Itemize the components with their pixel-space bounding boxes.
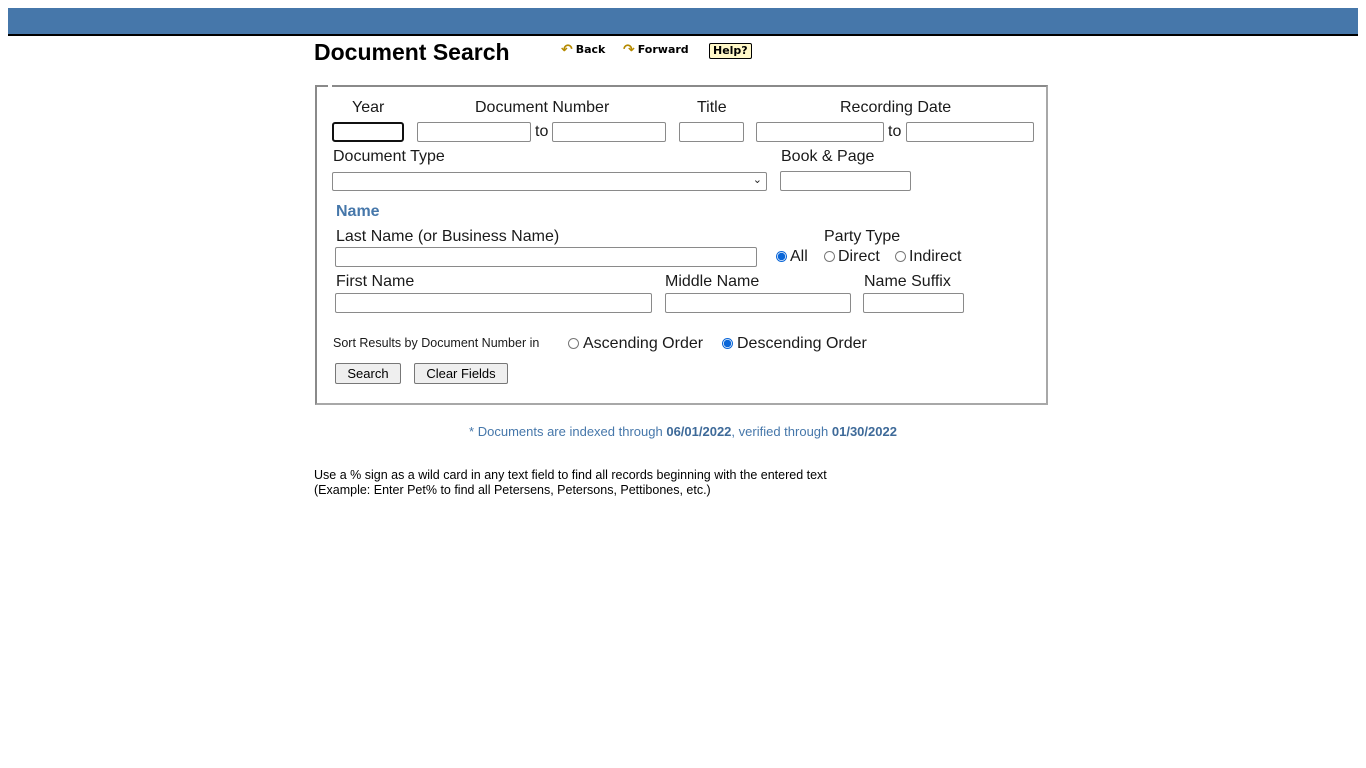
party-type-direct-radio[interactable]	[824, 251, 835, 262]
last-name-label: Last Name (or Business Name)	[336, 228, 560, 245]
first-name-input[interactable]	[335, 293, 652, 313]
document-number-label: Document Number	[475, 99, 610, 116]
party-type-all-radio[interactable]	[776, 251, 787, 262]
sort-descending-label: Descending Order	[737, 335, 867, 352]
document-number-to-input[interactable]	[552, 122, 666, 142]
middle-name-input[interactable]	[665, 293, 851, 313]
wildcard-tip-line-2: (Example: Enter Pet% to find all Peterse…	[314, 483, 711, 497]
document-number-to-label: to	[535, 123, 549, 140]
party-type-label: Party Type	[824, 228, 901, 245]
middle-name-label: Middle Name	[665, 273, 760, 290]
page-title: Document Search	[314, 39, 510, 65]
title-input[interactable]	[679, 122, 744, 142]
forward-arrow-icon: ↷	[623, 41, 635, 58]
recording-date-label: Recording Date	[840, 99, 952, 116]
forward-label: Forward	[637, 43, 689, 56]
help-button[interactable]: Help?	[709, 43, 752, 59]
year-label: Year	[352, 99, 385, 116]
title-label: Title	[697, 99, 727, 116]
back-label: Back	[575, 43, 606, 56]
party-type-indirect-label: Indirect	[909, 248, 962, 265]
chevron-down-icon: ⌄	[752, 174, 762, 186]
forward-button[interactable]: ↷ Forward	[623, 41, 689, 58]
document-number-from-input[interactable]	[417, 122, 531, 142]
recording-date-to-input[interactable]	[906, 122, 1034, 142]
indexed-date: 06/01/2022	[666, 424, 732, 439]
book-page-label: Book & Page	[781, 148, 875, 165]
header-bar	[8, 8, 1358, 36]
party-type-direct-label: Direct	[838, 248, 880, 265]
search-button[interactable]: Search	[335, 363, 401, 384]
name-section-heading: Name	[336, 203, 380, 220]
index-status-prefix: * Documents are indexed through	[469, 424, 667, 439]
back-button[interactable]: ↶ Back	[561, 41, 606, 58]
book-page-input[interactable]	[780, 171, 911, 191]
name-suffix-input[interactable]	[863, 293, 964, 313]
wildcard-tip-line-1: Use a % sign as a wild card in any text …	[314, 468, 827, 482]
sort-ascending-label: Ascending Order	[583, 335, 704, 352]
sort-ascending-radio[interactable]	[568, 338, 579, 349]
name-suffix-label: Name Suffix	[864, 273, 951, 290]
sort-descending-radio[interactable]	[722, 338, 733, 349]
index-status-middle: , verified through	[731, 424, 832, 439]
year-input[interactable]	[332, 122, 404, 142]
index-status-note: * Documents are indexed through 06/01/20…	[0, 424, 1366, 439]
recording-date-to-label: to	[888, 123, 902, 140]
party-type-indirect-radio[interactable]	[895, 251, 906, 262]
document-type-label: Document Type	[333, 148, 445, 165]
party-type-all-label: All	[790, 248, 808, 265]
first-name-label: First Name	[336, 273, 415, 290]
verified-date: 01/30/2022	[831, 424, 897, 439]
wildcard-tips: Use a % sign as a wild card in any text …	[314, 468, 827, 498]
document-type-select[interactable]: ⌄	[332, 172, 767, 191]
sort-label: Sort Results by Document Number in	[333, 336, 540, 350]
recording-date-from-input[interactable]	[756, 122, 884, 142]
last-name-input[interactable]	[335, 247, 757, 267]
clear-fields-button[interactable]: Clear Fields	[414, 363, 508, 384]
back-arrow-icon: ↶	[561, 41, 573, 58]
